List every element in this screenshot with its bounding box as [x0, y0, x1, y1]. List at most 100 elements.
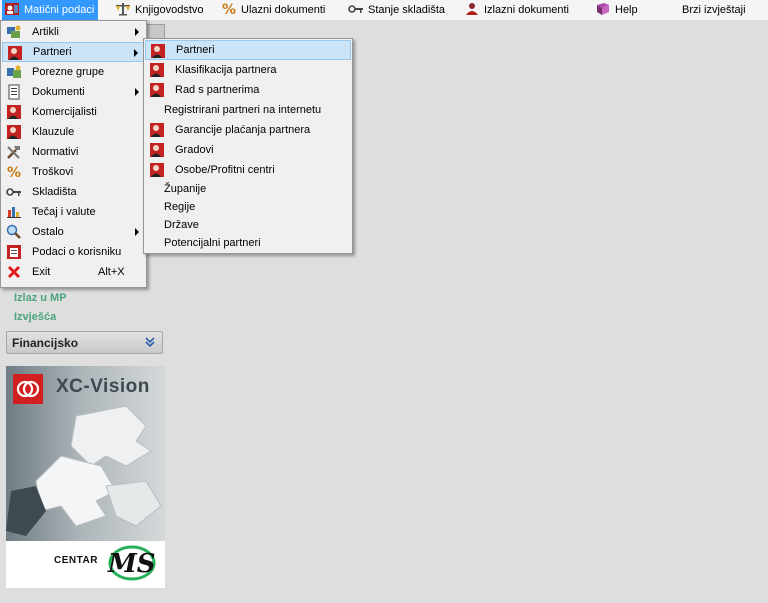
submenu-item-label: Županije — [164, 183, 207, 195]
submenu-item-label: Gradovi — [175, 144, 214, 156]
dropdown-item-tecaj-i-valute[interactable]: Tečaj i valute — [2, 202, 145, 222]
svg-text:%: % — [222, 2, 236, 16]
dropdown-item-label: Partneri — [33, 46, 72, 58]
tools-icon — [6, 144, 22, 160]
sidebar-link-izvjesca[interactable]: Izvješća — [14, 311, 56, 323]
double-chevron-down-icon — [145, 335, 155, 349]
dropdown-item-partneri[interactable]: Partneri — [2, 42, 145, 62]
clauses-icon — [6, 124, 22, 140]
menu-izlazni-dokumenti[interactable]: Izlazni dokumenti — [462, 0, 573, 20]
submenu-item-label: Države — [164, 219, 199, 231]
shortcut-label: Alt+X — [98, 266, 125, 278]
dropdown-item-label: Komercijalisti — [32, 106, 97, 118]
menu-ulazni-dokumenti[interactable]: % Ulazni dokumenti — [219, 0, 329, 20]
dropdown-item-exit[interactable]: Exit Alt+X — [2, 262, 145, 282]
menu-maticni-podaci[interactable]: Matični podaci — [2, 0, 99, 20]
submenu-item-potencijalni-partneri[interactable]: Potencijalni partneri — [145, 233, 351, 253]
menu-brzi-izvjestaji[interactable]: Brzi izvještaji — [680, 0, 750, 20]
dropdown-item-label: Klauzule — [32, 126, 75, 138]
product-name: XC-Vision — [56, 376, 150, 397]
submenu-item-garancije-placanja[interactable]: Garancije plaćanja partnera — [145, 120, 351, 140]
menu-label: Izlazni dokumenti — [484, 4, 569, 16]
submenu-arrow-icon — [134, 49, 138, 57]
partners-icon — [149, 82, 165, 98]
dropdown-maticni-podaci: Artikli Partneri Porezne grupe Dokumenti… — [0, 20, 147, 288]
partners-icon — [149, 122, 165, 138]
panel-header-financijsko[interactable]: Financijsko — [6, 331, 163, 354]
menu-label: Stanje skladišta — [368, 4, 446, 16]
partners-icon — [149, 162, 165, 178]
person-icon — [464, 2, 480, 16]
submenu-item-label: Registrirani partneri na internetu — [164, 104, 322, 116]
dropdown-item-artikli[interactable]: Artikli — [2, 22, 145, 42]
dropdown-item-label: Ostalo — [32, 226, 64, 238]
partners-icon — [150, 43, 166, 59]
document-icon — [6, 84, 22, 100]
dropdown-item-komercijalisti[interactable]: Komercijalisti — [2, 102, 145, 122]
book-icon — [595, 2, 611, 16]
submenu-item-label: Partneri — [176, 44, 215, 56]
submenu-item-regije[interactable]: Regije — [145, 197, 351, 217]
dropdown-item-normativi[interactable]: Normativi — [2, 142, 145, 162]
dropdown-item-label: Podaci o korisniku — [32, 246, 122, 258]
menu-label: Ulazni dokumenti — [241, 4, 326, 16]
ms-logo: MS — [107, 545, 156, 581]
xc-logo-icon — [13, 374, 43, 404]
menu-label: Brzi izvještaji — [682, 4, 746, 16]
dropdown-item-label: Tečaj i valute — [32, 206, 96, 218]
magnifier-icon — [6, 224, 22, 240]
dropdown-item-label: Exit — [32, 266, 51, 278]
dropdown-item-dokumenti[interactable]: Dokumenti — [2, 82, 145, 102]
dropdown-item-label: Normativi — [32, 146, 79, 158]
submenu-item-partneri[interactable]: Partneri — [145, 40, 351, 60]
submenu-item-label: Osobe/Profitni centri — [175, 164, 275, 176]
submenu-item-rad-s-partnerima[interactable]: Rad s partnerima — [145, 80, 351, 100]
dropdown-item-porezne-grupe[interactable]: Porezne grupe — [2, 62, 145, 82]
puzzle-illustration — [6, 405, 162, 536]
dropdown-item-skladista[interactable]: Skladišta — [2, 182, 145, 202]
percent-icon: % — [6, 164, 22, 180]
menu-bar: Matični podaci Knjigovodstvo % Ulazni do… — [0, 0, 768, 21]
dropdown-item-klauzule[interactable]: Klauzule — [2, 122, 145, 142]
submenu-partneri: Partneri Klasifikacija partnera Rad s pa… — [143, 38, 353, 254]
menu-help[interactable]: Help — [593, 0, 642, 20]
submenu-item-drzave[interactable]: Države — [145, 215, 351, 235]
user-data-icon — [6, 244, 22, 260]
submenu-item-label: Rad s partnerima — [175, 84, 260, 96]
submenu-item-registrirani-partneri[interactable]: Registrirani partneri na internetu — [145, 100, 351, 120]
svg-text:%: % — [7, 165, 21, 180]
close-icon — [6, 264, 22, 280]
dropdown-item-label: Troškovi — [32, 166, 74, 178]
menu-label: Knjigovodstvo — [135, 4, 204, 16]
partners-icon — [149, 62, 165, 78]
submenu-item-label: Regije — [164, 201, 196, 213]
tax-groups-icon — [6, 64, 22, 80]
submenu-arrow-icon — [135, 88, 139, 96]
dropdown-item-label: Skladišta — [32, 186, 77, 198]
submenu-item-zupanije[interactable]: Županije — [145, 179, 351, 199]
sales-people-icon — [6, 104, 22, 120]
submenu-arrow-icon — [135, 28, 139, 36]
key-icon — [348, 2, 364, 16]
articles-icon — [6, 24, 22, 40]
partners-icon — [149, 142, 165, 158]
menu-knjigovodstvo[interactable]: Knjigovodstvo — [113, 0, 208, 20]
dropdown-item-troskovi[interactable]: % Troškovi — [2, 162, 145, 182]
dropdown-item-podaci-o-korisniku[interactable]: Podaci o korisniku — [2, 242, 145, 262]
sidebar-link-izlaz-u-mp[interactable]: Izlaz u MP — [14, 292, 67, 304]
submenu-item-gradovi[interactable]: Gradovi — [145, 140, 351, 160]
submenu-item-label: Potencijalni partneri — [164, 237, 261, 249]
partners-icon — [7, 45, 23, 61]
menu-stanje-skladista[interactable]: Stanje skladišta — [346, 0, 449, 20]
submenu-item-osobe-profitni-centri[interactable]: Osobe/Profitni centri — [145, 160, 351, 180]
submenu-arrow-icon — [135, 228, 139, 236]
submenu-item-label: Klasifikacija partnera — [175, 64, 277, 76]
submenu-item-klasifikacija-partnera[interactable]: Klasifikacija partnera — [145, 60, 351, 80]
panel-title: Financijsko — [12, 336, 79, 350]
scales-icon — [115, 2, 131, 16]
percent-icon: % — [221, 2, 237, 16]
brand-image: XC-Vision CENTAR MS — [6, 366, 165, 588]
dropdown-item-ostalo[interactable]: Ostalo — [2, 222, 145, 242]
menu-label: Help — [615, 4, 638, 16]
key-icon — [6, 184, 22, 200]
